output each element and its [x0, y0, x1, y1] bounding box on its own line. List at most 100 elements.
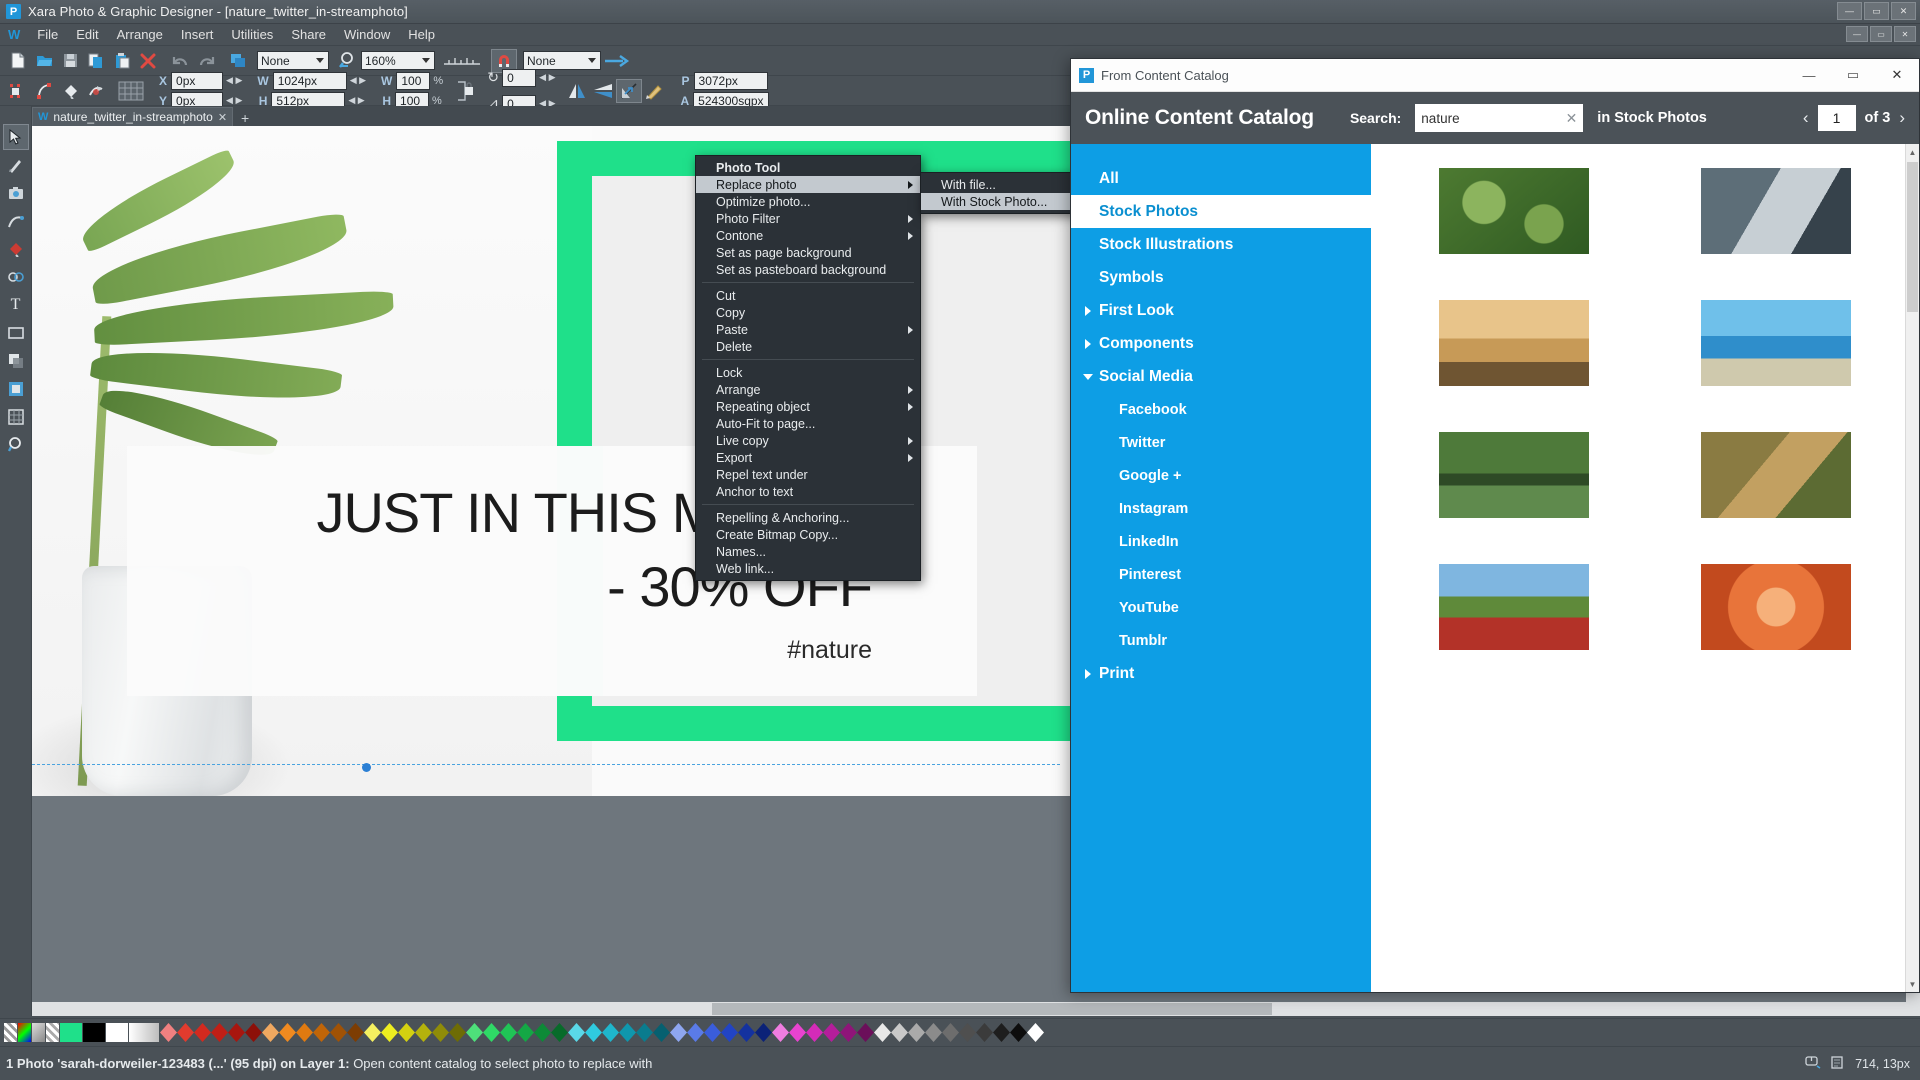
- category-instagram[interactable]: Instagram: [1071, 492, 1371, 525]
- category-google-plus[interactable]: Google +: [1071, 459, 1371, 492]
- no-color-icon[interactable]: [4, 1023, 17, 1042]
- menu-item-live-copy[interactable]: Live copy: [696, 432, 920, 449]
- palette-swatch[interactable]: [568, 1023, 585, 1042]
- lock-aspect-icon[interactable]: [452, 79, 478, 103]
- width-spinner[interactable]: ◀ ▶: [347, 75, 369, 86]
- palette-swatch[interactable]: [211, 1023, 228, 1042]
- menu-item-repelling-and-anchoring[interactable]: Repelling & Anchoring...: [696, 509, 920, 526]
- palette-swatch[interactable]: [313, 1023, 330, 1042]
- palette-swatch[interactable]: [228, 1023, 245, 1042]
- selector-nodes-icon[interactable]: [5, 79, 31, 103]
- photo-tool[interactable]: [3, 180, 29, 206]
- palette-swatch[interactable]: [993, 1023, 1010, 1042]
- rectangle-tool[interactable]: [3, 320, 29, 346]
- clear-search-icon[interactable]: ✕: [1566, 110, 1578, 127]
- zoom-tool-icon[interactable]: [335, 49, 361, 73]
- scroll-down-icon[interactable]: ▼: [1906, 976, 1919, 992]
- category-social-media[interactable]: Social Media: [1071, 360, 1371, 393]
- menu-share[interactable]: Share: [282, 25, 335, 44]
- menu-help[interactable]: Help: [399, 25, 444, 44]
- palette-swatch[interactable]: [466, 1023, 483, 1042]
- zoom-tool[interactable]: [3, 432, 29, 458]
- menu-item-export[interactable]: Export: [696, 449, 920, 466]
- menu-item-repel-text-under[interactable]: Repel text under: [696, 466, 920, 483]
- menu-file[interactable]: File: [28, 25, 67, 44]
- menu-item-delete[interactable]: Delete: [696, 338, 920, 355]
- category-stock-illustrations[interactable]: Stock Illustrations: [1071, 228, 1371, 261]
- live-effects-tool[interactable]: [3, 376, 29, 402]
- grid-table-icon[interactable]: [115, 79, 147, 103]
- undo-icon[interactable]: [167, 49, 193, 73]
- palette-swatch[interactable]: [789, 1023, 806, 1042]
- new-tab-button[interactable]: +: [233, 110, 257, 126]
- palette-swatch[interactable]: [755, 1023, 772, 1042]
- search-input[interactable]: nature ✕: [1415, 104, 1584, 132]
- doc-close-button[interactable]: ✕: [1894, 26, 1916, 42]
- palette-swatch[interactable]: [347, 1023, 364, 1042]
- palette-swatch[interactable]: [364, 1023, 381, 1042]
- palette-swatch[interactable]: [602, 1023, 619, 1042]
- copy-page-icon[interactable]: [83, 49, 109, 73]
- document-tab[interactable]: W nature_twitter_in-streamphoto ✕: [32, 107, 234, 126]
- next-page-icon[interactable]: ›: [1899, 108, 1905, 128]
- chevron-right-icon[interactable]: [1085, 306, 1091, 316]
- quality-select[interactable]: None: [257, 51, 329, 70]
- save-icon[interactable]: [57, 49, 83, 73]
- menu-item-names[interactable]: Names...: [696, 543, 920, 560]
- palette-swatch[interactable]: [398, 1023, 415, 1042]
- color-editor-icon[interactable]: [18, 1023, 31, 1042]
- arrow-right-icon[interactable]: [601, 49, 635, 73]
- thumbnail-stone-bridge-river[interactable]: [1439, 432, 1589, 518]
- palette-swatch[interactable]: [296, 1023, 313, 1042]
- ruler-icon[interactable]: [441, 49, 485, 73]
- menu-item-optimize-photo[interactable]: Optimize photo...: [696, 193, 920, 210]
- x-spinner[interactable]: ◀ ▶: [223, 75, 245, 86]
- palette-swatch[interactable]: [245, 1023, 262, 1042]
- new-document-icon[interactable]: [5, 49, 31, 73]
- thumbnail-orange-rose[interactable]: [1701, 564, 1851, 650]
- palette-swatch[interactable]: [279, 1023, 296, 1042]
- palette-swatch[interactable]: [891, 1023, 908, 1042]
- menu-item-auto-fit-to-page[interactable]: Auto-Fit to page...: [696, 415, 920, 432]
- menu-item-web-link[interactable]: Web link...: [696, 560, 920, 577]
- category-symbols[interactable]: Symbols: [1071, 261, 1371, 294]
- category-linkedin[interactable]: LinkedIn: [1071, 525, 1371, 558]
- close-tab-icon[interactable]: ✕: [218, 111, 227, 124]
- shadow-tool[interactable]: [3, 348, 29, 374]
- palette-swatch[interactable]: [670, 1023, 687, 1042]
- palette-swatch[interactable]: [177, 1023, 194, 1042]
- palette-swatch[interactable]: [330, 1023, 347, 1042]
- fill-tool[interactable]: [3, 236, 29, 262]
- chevron-down-icon[interactable]: [1083, 374, 1093, 385]
- flip-horizontal-icon[interactable]: [564, 79, 590, 103]
- y-spinner[interactable]: ◀ ▶: [223, 95, 245, 106]
- palette-swatch[interactable]: [636, 1023, 653, 1042]
- menu-arrange[interactable]: Arrange: [108, 25, 172, 44]
- menu-item-anchor-to-text[interactable]: Anchor to text: [696, 483, 920, 500]
- menu-item-create-bitmap-copy[interactable]: Create Bitmap Copy...: [696, 526, 920, 543]
- palette-swatch[interactable]: [1027, 1023, 1044, 1042]
- category-tumblr[interactable]: Tumblr: [1071, 624, 1371, 657]
- palette-swatch[interactable]: [551, 1023, 568, 1042]
- dialog-minimize-button[interactable]: —: [1787, 59, 1831, 91]
- category-stock-photos[interactable]: Stock Photos: [1071, 195, 1371, 228]
- zoom-level-select[interactable]: 160%: [361, 51, 435, 70]
- palette-swatch[interactable]: [704, 1023, 721, 1042]
- palette-swatch[interactable]: [449, 1023, 466, 1042]
- submenu-item-with-file[interactable]: With file...: [921, 176, 1091, 193]
- thumbnail-hand-phone-waterfall[interactable]: [1701, 168, 1851, 254]
- palette-swatch[interactable]: [585, 1023, 602, 1042]
- palette-swatch[interactable]: [1010, 1023, 1027, 1042]
- thumbnail-sunset-skateboard[interactable]: [1439, 300, 1589, 386]
- menu-item-set-as-page-background[interactable]: Set as page background: [696, 244, 920, 261]
- duplicate-icon[interactable]: [225, 49, 251, 73]
- doc-minimize-button[interactable]: —: [1846, 26, 1868, 42]
- category-pinterest[interactable]: Pinterest: [1071, 558, 1371, 591]
- chevron-right-icon[interactable]: [1085, 669, 1091, 679]
- palette-swatch[interactable]: [908, 1023, 925, 1042]
- palette-swatch[interactable]: [415, 1023, 432, 1042]
- menu-item-paste[interactable]: Paste: [696, 321, 920, 338]
- dialog-maximize-button[interactable]: ▭: [1831, 59, 1875, 91]
- palette-swatch[interactable]: [874, 1023, 891, 1042]
- paste-page-icon[interactable]: [109, 49, 135, 73]
